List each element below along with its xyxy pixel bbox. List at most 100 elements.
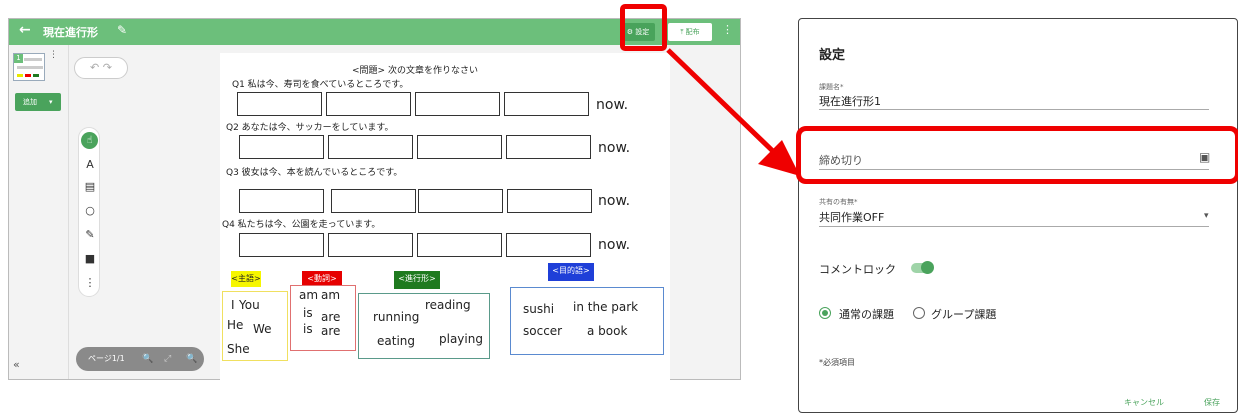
answer-box[interactable] xyxy=(239,189,324,213)
tool-palette: ☝ A ▤ ○ ✎ ■ ⋮ xyxy=(78,127,100,297)
answer-box[interactable] xyxy=(504,92,589,116)
word-is[interactable]: is xyxy=(303,322,313,336)
callout-arrow xyxy=(666,48,800,176)
word-he[interactable]: He xyxy=(227,318,243,332)
verb-word-group[interactable]: am am is are is are xyxy=(290,285,356,351)
question-4: Q4 私たちは今、公園を走っています。 xyxy=(222,220,381,230)
question-2: Q2 あなたは今、サッカーをしています。 xyxy=(226,123,394,133)
word-eating[interactable]: eating xyxy=(377,334,415,348)
now-label: now. xyxy=(598,237,631,253)
question-1: Q1 私は今、寿司を食べているところです。 xyxy=(232,80,409,90)
word-a-book[interactable]: a book xyxy=(587,324,627,338)
now-label: now. xyxy=(596,97,629,113)
worksheet-page: <問題> 次の文章を作りなさい Q1 私は今、寿司を食べているところです。 no… xyxy=(220,53,670,383)
answer-box[interactable] xyxy=(331,189,416,213)
chevron-down-icon[interactable]: ▾ xyxy=(49,93,53,111)
divider xyxy=(819,226,1209,227)
pen-tool-icon[interactable]: ✎ xyxy=(79,228,101,241)
zoom-in-icon[interactable]: 🔍 xyxy=(186,347,197,371)
object-word-group[interactable]: sushi in the park soccer a book xyxy=(510,287,664,355)
image-tool-icon[interactable]: ■ xyxy=(79,252,101,265)
progressive-tag[interactable]: <進行形> xyxy=(394,271,440,289)
radio-normal[interactable] xyxy=(819,307,831,319)
note-tool-icon[interactable]: ▤ xyxy=(79,180,101,193)
task-name-label: 課題名* xyxy=(819,83,844,91)
now-label: now. xyxy=(598,140,631,156)
answer-box[interactable] xyxy=(328,135,413,159)
page-number-badge: 1 xyxy=(14,54,23,63)
answer-box[interactable] xyxy=(326,92,411,116)
word-am[interactable]: am xyxy=(321,288,340,302)
zoom-out-icon[interactable]: 🔍 xyxy=(142,347,153,371)
page-sidebar: 1 ⋮ 追加 ▾ « xyxy=(9,45,69,379)
word-sushi[interactable]: sushi xyxy=(523,302,554,316)
subject-word-group[interactable]: I You He We She xyxy=(222,291,288,361)
chevron-down-icon[interactable]: ▾ xyxy=(1204,211,1209,221)
shape-tool-icon[interactable]: ○ xyxy=(79,204,101,217)
task-name-field[interactable]: 現在進行形1 xyxy=(819,93,1209,109)
answer-box[interactable] xyxy=(418,189,503,213)
app-window: ← 現在進行形 ✎ ⚙ 設定 ⤒ 配布 ⋮ 1 ⋮ 追加 ▾ « ↶ ↷ ☝ A… xyxy=(8,18,741,383)
dialog-title: 設定 xyxy=(819,48,846,63)
more-vert-icon[interactable]: ⋮ xyxy=(722,23,733,36)
word-are[interactable]: are xyxy=(321,310,340,324)
more-tools-icon[interactable]: ⋮ xyxy=(79,276,101,289)
undo-redo-buttons[interactable]: ↶ ↷ xyxy=(74,57,128,79)
required-note: *必須項目 xyxy=(819,358,855,367)
canvas-area: ↶ ↷ ☝ A ▤ ○ ✎ ■ ⋮ ページ1/1 🔍 ⤢ 🔍 <問題> 次の文章… xyxy=(70,45,740,383)
word-we[interactable]: We xyxy=(253,322,272,336)
answer-box[interactable] xyxy=(507,189,592,213)
answer-box[interactable] xyxy=(415,92,500,116)
add-page-button[interactable]: 追加 ▾ xyxy=(15,93,61,111)
word-i[interactable]: I xyxy=(231,298,235,312)
fit-screen-icon[interactable]: ⤢ xyxy=(164,347,171,371)
comment-lock-label: コメントロック xyxy=(819,263,896,276)
object-tag[interactable]: <目的語> xyxy=(548,263,594,281)
assignment-title: 現在進行形 xyxy=(43,26,98,39)
radio-group[interactable] xyxy=(913,307,925,319)
radio-group-label[interactable]: グループ課題 xyxy=(931,306,996,322)
page-indicator: ページ1/1 xyxy=(88,354,125,363)
share-label: 共有の有無* xyxy=(819,198,858,206)
word-playing[interactable]: playing xyxy=(439,332,483,346)
now-label: now. xyxy=(598,193,631,209)
worksheet-header: <問題> 次の文章を作りなさい xyxy=(352,66,478,76)
answer-box[interactable] xyxy=(328,233,413,257)
answer-box[interactable] xyxy=(506,233,591,257)
thumbnail-more-icon[interactable]: ⋮ xyxy=(49,50,58,60)
comment-lock-toggle[interactable] xyxy=(911,261,934,274)
pager-bar: ページ1/1 🔍 ⤢ 🔍 xyxy=(76,347,204,371)
word-she[interactable]: She xyxy=(227,342,250,356)
question-3: Q3 彼女は今、本を読んでいるところです。 xyxy=(226,168,403,178)
answer-box[interactable] xyxy=(239,233,324,257)
page-thumbnail[interactable]: 1 xyxy=(13,53,45,81)
progressive-word-group[interactable]: running reading eating playing xyxy=(358,293,490,359)
answer-box[interactable] xyxy=(417,233,502,257)
save-button[interactable]: 保存 xyxy=(1204,397,1220,408)
radio-normal-label[interactable]: 通常の課題 xyxy=(839,306,894,322)
share-select[interactable]: 共同作業OFF xyxy=(819,209,1199,225)
toggle-knob xyxy=(921,261,934,274)
hand-tool-icon[interactable]: ☝ xyxy=(81,132,98,149)
collapse-sidebar-icon[interactable]: « xyxy=(13,358,20,371)
cancel-button[interactable]: キャンセル xyxy=(1124,397,1164,408)
answer-box[interactable] xyxy=(239,135,324,159)
word-running[interactable]: running xyxy=(373,310,419,324)
add-label: 追加 xyxy=(23,98,37,106)
answer-box[interactable] xyxy=(237,92,322,116)
word-is[interactable]: is xyxy=(303,306,313,320)
answer-box[interactable] xyxy=(506,135,591,159)
word-you[interactable]: You xyxy=(239,298,260,312)
word-in-the-park[interactable]: in the park xyxy=(573,300,638,314)
deadline-highlight xyxy=(796,126,1238,184)
word-reading[interactable]: reading xyxy=(425,298,471,312)
back-arrow-icon[interactable]: ← xyxy=(19,22,31,38)
word-am[interactable]: am xyxy=(299,288,318,302)
distribute-button[interactable]: ⤒ 配布 xyxy=(668,23,712,41)
answer-box[interactable] xyxy=(417,135,502,159)
word-soccer[interactable]: soccer xyxy=(523,324,562,338)
text-tool-icon[interactable]: A xyxy=(79,158,101,171)
edit-pencil-icon[interactable]: ✎ xyxy=(117,23,127,37)
subject-tag[interactable]: <主語> xyxy=(231,271,261,287)
word-are[interactable]: are xyxy=(321,324,340,338)
